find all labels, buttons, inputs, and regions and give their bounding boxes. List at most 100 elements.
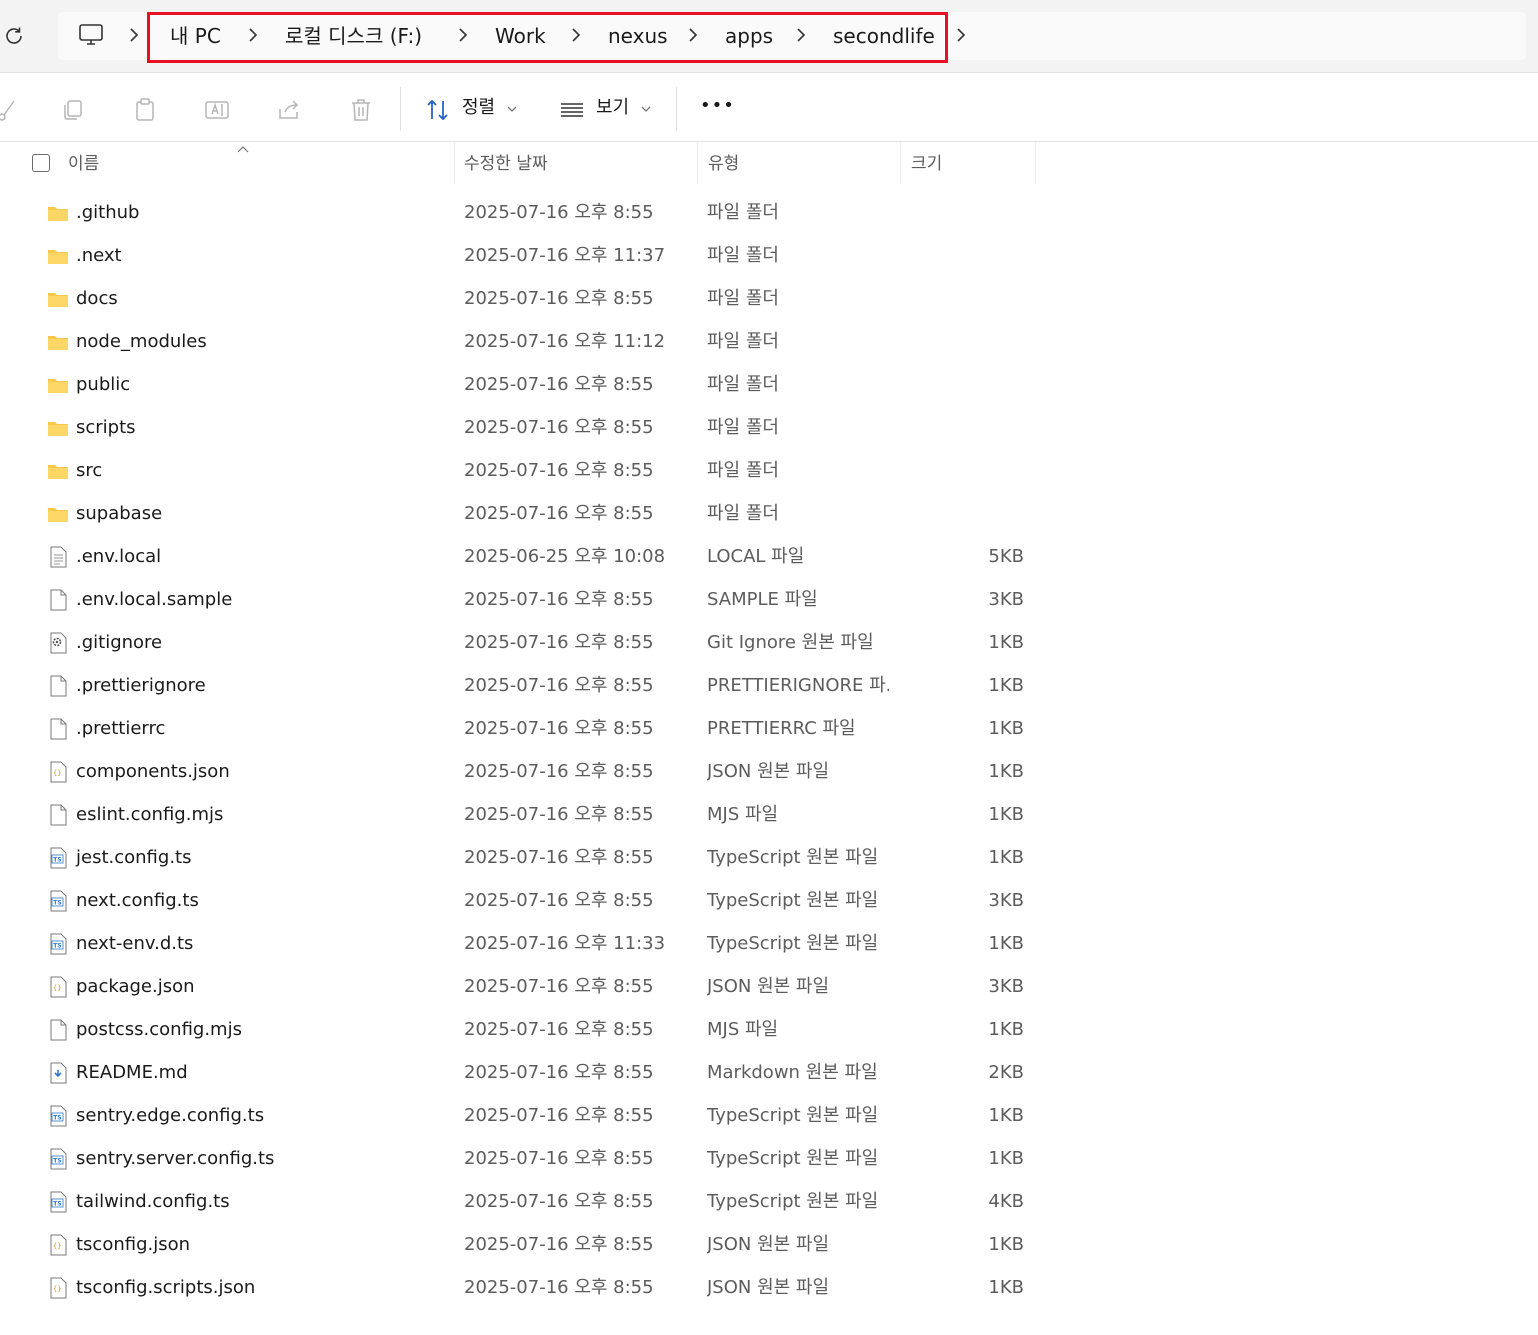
file-date-modified: 2025-07-16 오후 11:12 [464,331,666,352]
file-row[interactable]: node_modules 2025-07-16 오후 11:12 파일 폴더 [0,321,1538,364]
file-row[interactable]: {} tsconfig.scripts.json 2025-07-16 오후 8:5… [0,1267,1538,1310]
ts-file-icon: TS [47,847,69,869]
share-icon[interactable] [276,97,302,123]
file-size: 1KB [988,1019,1024,1040]
file-row[interactable]: src 2025-07-16 오후 8:55 파일 폴더 [0,450,1538,493]
delete-icon[interactable] [348,97,374,123]
file-size: 1KB [988,1105,1024,1126]
cut-icon[interactable] [0,97,20,123]
refresh-icon[interactable] [2,24,26,48]
file-row[interactable]: TS jest.config.ts 2025-07-16 오후 8:55 TypeSc… [0,837,1538,880]
chevron-right-icon[interactable] [956,27,966,43]
svg-text:TS: TS [53,1115,61,1122]
file-row[interactable]: scripts 2025-07-16 오후 8:55 파일 폴더 [0,407,1538,450]
file-row[interactable]: {} tsconfig.json 2025-07-16 오후 8:55 JSON 원본… [0,1224,1538,1267]
chevron-down-icon[interactable] [507,105,517,113]
file-row[interactable]: .prettierignore 2025-07-16 오후 8:55 PRETTIE… [0,665,1538,708]
more-options-icon[interactable]: ••• [700,93,735,119]
file-row[interactable]: docs 2025-07-16 오후 8:55 파일 폴더 [0,278,1538,321]
column-divider[interactable] [1035,142,1036,184]
file-row[interactable]: TS next-env.d.ts 2025-07-16 오후 11:33 TypeSc… [0,923,1538,966]
file-row[interactable]: TS sentry.server.config.ts 2025-07-16 오후 8… [0,1138,1538,1181]
paste-icon[interactable] [132,97,158,123]
file-row[interactable]: TS next.config.ts 2025-07-16 오후 8:55 TypeSc… [0,880,1538,923]
file-name: scripts [76,417,136,438]
file-date-modified: 2025-07-16 오후 8:55 [464,589,654,610]
file-name: tsconfig.json [76,1234,191,1255]
chevron-down-icon[interactable] [641,105,651,113]
sort-icon[interactable] [425,97,451,123]
file-row[interactable]: {} package.json 2025-07-16 오후 8:55 JSON 원본 … [0,966,1538,1009]
view-icon[interactable] [559,97,585,123]
file-date-modified: 2025-07-16 오후 8:55 [464,632,654,653]
file-type: 파일 폴더 [707,245,779,266]
sort-button-label[interactable]: 정렬 [462,95,495,121]
file-row[interactable]: {} components.json 2025-07-16 오후 8:55 JSON … [0,751,1538,794]
file-size: 3KB [988,890,1024,911]
svg-text:TS: TS [53,1201,61,1208]
column-header-date[interactable]: 수정한 날짜 [464,152,548,176]
column-header-name[interactable]: 이름 [68,152,99,176]
file-date-modified: 2025-07-16 오후 8:55 [464,202,654,223]
file-size: 1KB [988,804,1024,825]
file-row[interactable]: postcss.config.mjs 2025-07-16 오후 8:55 MJS … [0,1009,1538,1052]
file-type: TypeScript 원본 파일 [707,890,879,911]
file-date-modified: 2025-06-25 오후 10:08 [464,546,666,567]
column-divider[interactable] [454,142,455,184]
file-date-modified: 2025-07-16 오후 11:33 [464,933,666,954]
file-type: PRETTIERRC 파일 [707,718,856,739]
file-row[interactable]: README.md 2025-07-16 오후 8:55 Markdown 원본 파… [0,1052,1538,1095]
blank-file-icon [47,1019,69,1041]
file-list: .github 2025-07-16 오후 8:55 파일 폴더 .next 2025… [0,192,1538,1310]
folder-icon [47,202,69,224]
file-row[interactable]: TS tailwind.config.ts 2025-07-16 오후 8:55 Ty… [0,1181,1538,1224]
copy-icon[interactable] [60,97,86,123]
file-date-modified: 2025-07-16 오후 8:55 [464,675,654,696]
file-type: 파일 폴더 [707,288,779,309]
file-size: 3KB [988,976,1024,997]
file-name: next.config.ts [76,890,199,911]
file-row[interactable]: eslint.config.mjs 2025-07-16 오후 8:55 MJS 파… [0,794,1538,837]
column-header-type[interactable]: 유형 [708,152,739,176]
column-header: 이름 수정한 날짜 유형 크기 [0,142,1538,184]
file-row[interactable]: TS sentry.edge.config.ts 2025-07-16 오후 8:5… [0,1095,1538,1138]
file-row[interactable]: supabase 2025-07-16 오후 8:55 파일 폴더 [0,493,1538,536]
json-file-icon: {} [47,1234,69,1256]
file-size: 1KB [988,847,1024,868]
file-date-modified: 2025-07-16 오후 8:55 [464,1148,654,1169]
file-type: 파일 폴더 [707,202,779,223]
file-row[interactable]: .gitignore 2025-07-16 오후 8:55 Git Ignore 원… [0,622,1538,665]
file-date-modified: 2025-07-16 오후 8:55 [464,417,654,438]
file-name: src [76,460,103,481]
folder-icon [47,288,69,310]
file-size: 1KB [988,718,1024,739]
file-row[interactable]: .env.local 2025-06-25 오후 10:08 LOCAL 파일 5KB [0,536,1538,579]
column-divider[interactable] [900,142,901,184]
column-divider[interactable] [697,142,698,184]
file-date-modified: 2025-07-16 오후 8:55 [464,460,654,481]
file-size: 3KB [988,589,1024,610]
file-row[interactable]: .env.local.sample 2025-07-16 오후 8:55 SAMPL… [0,579,1538,622]
file-row[interactable]: public 2025-07-16 오후 8:55 파일 폴더 [0,364,1538,407]
file-size: 4KB [988,1191,1024,1212]
column-header-size[interactable]: 크기 [911,152,942,176]
blank-file-icon [47,675,69,697]
rename-icon[interactable] [204,97,230,123]
ts-file-icon: TS [47,933,69,955]
file-name: jest.config.ts [76,847,192,868]
file-type: Markdown 원본 파일 [707,1062,878,1083]
computer-icon[interactable] [78,22,104,48]
file-date-modified: 2025-07-16 오후 8:55 [464,1105,654,1126]
address-bar-region: 내 PC 로컬 디스크 (F:) Work nexus apps secondl… [0,0,1538,73]
file-name: .prettierrc [76,718,166,739]
select-all-checkbox[interactable] [32,154,50,172]
file-date-modified: 2025-07-16 오후 11:37 [464,245,666,266]
file-row[interactable]: .prettierrc 2025-07-16 오후 8:55 PRETTIERRC … [0,708,1538,751]
file-type: JSON 원본 파일 [707,761,830,782]
file-type: 파일 폴더 [707,460,779,481]
view-button-label[interactable]: 보기 [596,95,629,121]
file-row[interactable]: .github 2025-07-16 오후 8:55 파일 폴더 [0,192,1538,235]
file-row[interactable]: .next 2025-07-16 오후 11:37 파일 폴더 [0,235,1538,278]
file-date-modified: 2025-07-16 오후 8:55 [464,1234,654,1255]
chevron-right-icon[interactable] [129,27,139,43]
